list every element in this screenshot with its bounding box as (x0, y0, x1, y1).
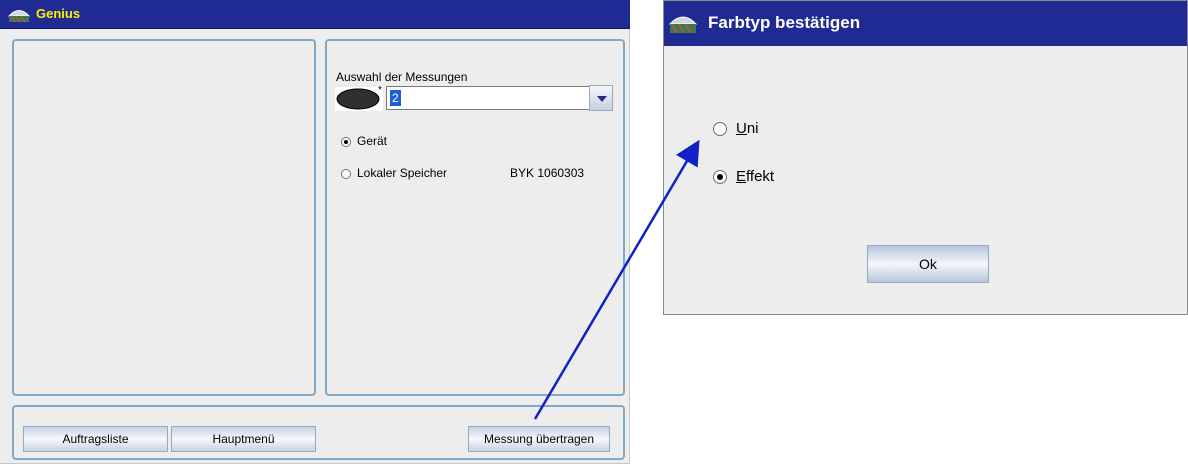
annotation-arrow (533, 139, 700, 420)
